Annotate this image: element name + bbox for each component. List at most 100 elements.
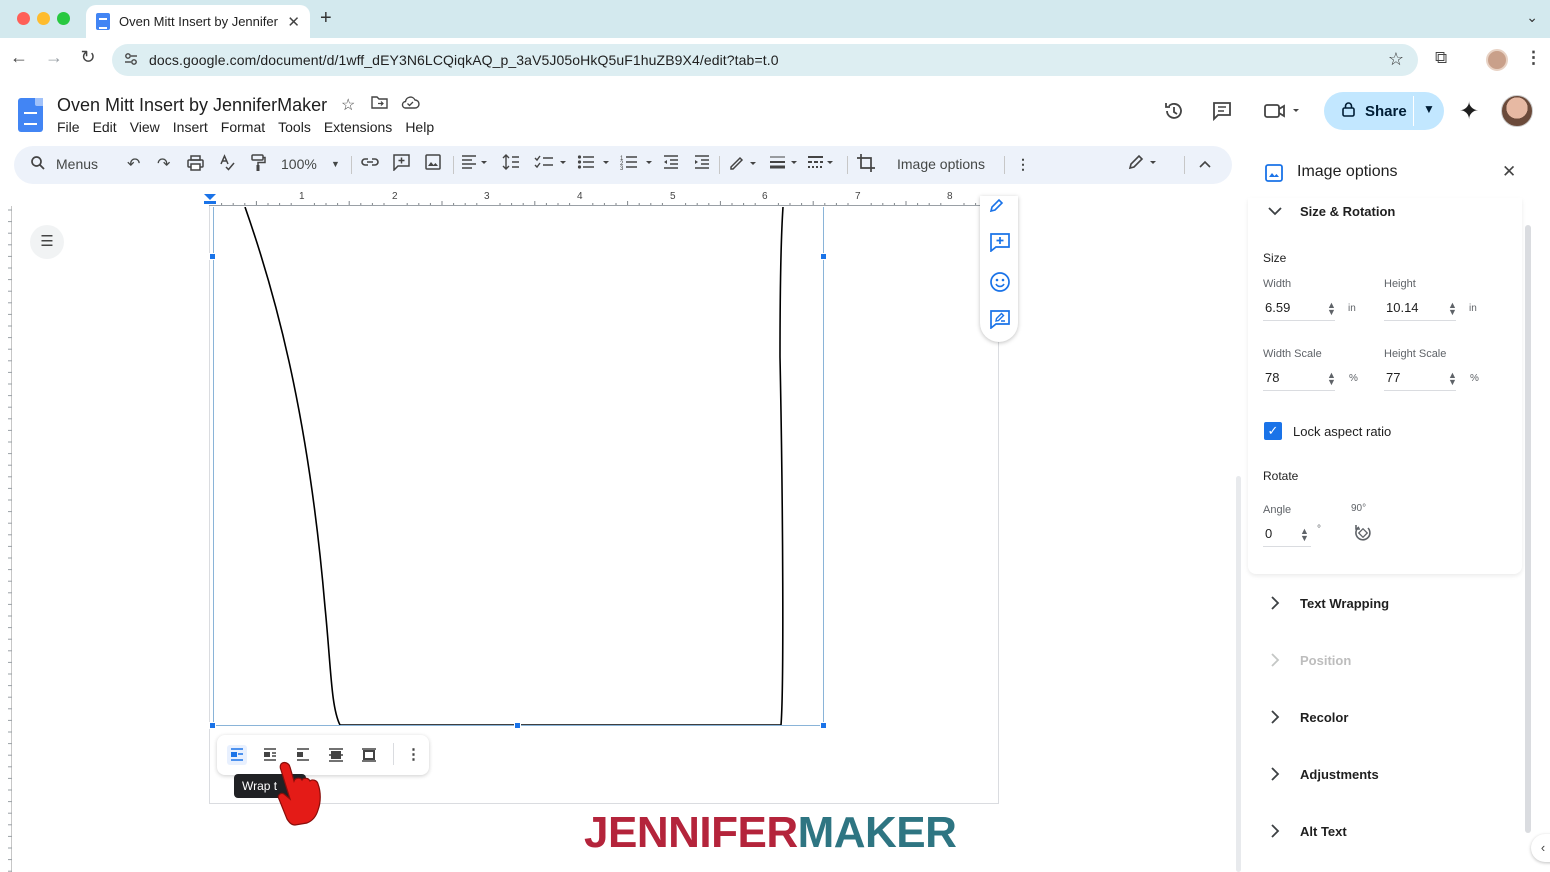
height-stepper-icon[interactable]: ▲ ▼ — [1448, 301, 1457, 317]
reload-icon[interactable]: ↻ — [76, 47, 100, 68]
resize-handle[interactable] — [209, 722, 216, 729]
wrap-more-options-icon[interactable]: ⋮ — [406, 745, 421, 763]
chevron-right-icon[interactable] — [1270, 710, 1280, 724]
border-color-icon[interactable] — [728, 154, 760, 173]
print-icon[interactable] — [187, 155, 204, 174]
position-header[interactable]: Position — [1300, 653, 1351, 668]
bookmark-star-icon[interactable]: ☆ — [1388, 49, 1404, 70]
border-dash-icon[interactable] — [807, 154, 839, 173]
tab-close-icon[interactable]: ✕ — [287, 13, 300, 31]
width-scale-field[interactable]: 78 — [1263, 365, 1335, 391]
url-omnibox[interactable]: docs.google.com/document/d/1wff_dEY3N6LC… — [112, 44, 1418, 76]
width-field[interactable]: 6.59 — [1263, 295, 1335, 321]
suggest-edits-icon[interactable] — [989, 197, 1005, 218]
size-rotation-header[interactable]: Size & Rotation — [1300, 204, 1395, 219]
comment-icon[interactable] — [1211, 100, 1233, 128]
resize-handle[interactable] — [514, 722, 521, 729]
more-options-icon[interactable]: ⋮ — [1016, 156, 1030, 173]
wrap-inline-icon[interactable] — [227, 745, 247, 765]
menu-insert[interactable]: Insert — [173, 119, 208, 135]
increase-indent-icon[interactable] — [694, 154, 710, 173]
new-tab-button[interactable]: + — [320, 7, 332, 30]
menu-view[interactable]: View — [130, 119, 160, 135]
menu-file[interactable]: File — [57, 119, 80, 135]
editing-mode-pencil-icon[interactable] — [1128, 154, 1160, 173]
tab-search-chevron-icon[interactable]: ⌄ — [1526, 9, 1538, 26]
resize-handle[interactable] — [820, 722, 827, 729]
border-weight-icon[interactable] — [769, 154, 801, 173]
zoom-select[interactable]: 100% — [281, 156, 317, 172]
site-settings-icon[interactable] — [124, 52, 138, 66]
close-icon[interactable]: ✕ — [1502, 162, 1516, 182]
back-icon[interactable]: ← — [7, 47, 31, 68]
height-field[interactable]: 10.14 — [1384, 295, 1456, 321]
line-spacing-icon[interactable] — [502, 154, 520, 173]
move-folder-icon[interactable] — [371, 95, 388, 114]
angle-stepper-icon[interactable]: ▲ ▼ — [1300, 527, 1309, 543]
bulleted-list-icon[interactable] — [577, 154, 611, 173]
adjustments-header[interactable]: Adjustments — [1300, 767, 1379, 782]
behind-text-icon[interactable] — [326, 745, 346, 765]
browser-profile-avatar[interactable] — [1486, 49, 1508, 71]
hide-menus-chevron-icon[interactable] — [1199, 156, 1211, 172]
meet-icon[interactable] — [1263, 100, 1303, 128]
chevron-right-icon[interactable] — [1270, 653, 1280, 667]
account-avatar[interactable] — [1501, 95, 1533, 127]
star-icon[interactable]: ☆ — [341, 95, 355, 115]
menu-tools[interactable]: Tools — [278, 119, 311, 135]
spellcheck-icon[interactable] — [219, 154, 236, 174]
search-menus-icon[interactable] — [30, 155, 46, 174]
panel-scrollbar[interactable] — [1525, 225, 1531, 833]
add-comment-rail-icon[interactable] — [989, 232, 1011, 257]
chevron-right-icon[interactable] — [1270, 596, 1280, 610]
rotate-90-icon[interactable] — [1353, 523, 1373, 543]
alt-text-header[interactable]: Alt Text — [1300, 824, 1347, 839]
search-menus-input[interactable]: Menus — [56, 156, 98, 172]
decrease-indent-icon[interactable] — [663, 154, 679, 173]
numbered-list-icon[interactable]: 123 — [620, 154, 654, 173]
chevron-down-icon[interactable] — [1268, 206, 1282, 216]
link-icon[interactable] — [361, 155, 379, 172]
browser-menu-icon[interactable]: ⋮ — [1525, 48, 1542, 68]
add-comment-icon[interactable] — [393, 154, 410, 174]
crop-icon[interactable] — [857, 154, 875, 175]
redo-icon[interactable]: ↷ — [157, 154, 170, 174]
chevron-right-icon[interactable] — [1270, 824, 1280, 838]
width-stepper-icon[interactable]: ▲ ▼ — [1327, 301, 1336, 317]
text-wrapping-header[interactable]: Text Wrapping — [1300, 596, 1389, 611]
chevron-right-icon[interactable] — [1270, 767, 1280, 781]
recolor-header[interactable]: Recolor — [1300, 710, 1348, 725]
menu-edit[interactable]: Edit — [93, 119, 117, 135]
left-indent-marker-icon[interactable] — [203, 193, 217, 205]
document-title[interactable]: Oven Mitt Insert by JenniferMaker — [57, 95, 327, 116]
window-minimize-button[interactable] — [37, 12, 50, 25]
document-scrollbar[interactable] — [1236, 476, 1241, 872]
paint-format-icon[interactable] — [250, 154, 266, 175]
in-front-of-text-icon[interactable] — [359, 745, 379, 765]
menu-help[interactable]: Help — [405, 119, 434, 135]
undo-icon[interactable]: ↶ — [127, 154, 140, 174]
width-scale-stepper-icon[interactable]: ▲ ▼ — [1327, 371, 1336, 387]
resize-handle[interactable] — [820, 253, 827, 260]
resize-handle[interactable] — [209, 253, 216, 260]
history-icon[interactable] — [1163, 100, 1185, 128]
extensions-icon[interactable]: ⧉ — [1435, 48, 1447, 68]
checklist-icon[interactable] — [534, 154, 568, 173]
window-maximize-button[interactable] — [57, 12, 70, 25]
image-options-button[interactable]: Image options — [897, 156, 985, 172]
height-scale-stepper-icon[interactable]: ▲ ▼ — [1448, 371, 1457, 387]
suggest-edit-rail-icon[interactable] — [989, 309, 1011, 334]
zoom-dropdown-icon[interactable]: ▼ — [331, 159, 340, 169]
align-icon[interactable] — [461, 154, 489, 173]
insert-image-icon[interactable] — [425, 154, 441, 173]
gemini-icon[interactable]: ✦ — [1459, 97, 1479, 126]
lock-aspect-label[interactable]: Lock aspect ratio — [1293, 424, 1391, 439]
browser-tab[interactable]: Oven Mitt Insert by JenniferMaker ✕ — [86, 5, 310, 38]
document-outline-icon[interactable]: ☰ — [30, 225, 64, 259]
menu-format[interactable]: Format — [221, 119, 265, 135]
share-button[interactable]: Share ▼ — [1324, 92, 1444, 130]
cloud-saved-icon[interactable] — [400, 95, 420, 114]
vertical-ruler[interactable] — [0, 206, 12, 872]
add-emoji-reaction-icon[interactable] — [989, 271, 1011, 298]
share-dropdown-icon[interactable]: ▼ — [1423, 102, 1435, 116]
